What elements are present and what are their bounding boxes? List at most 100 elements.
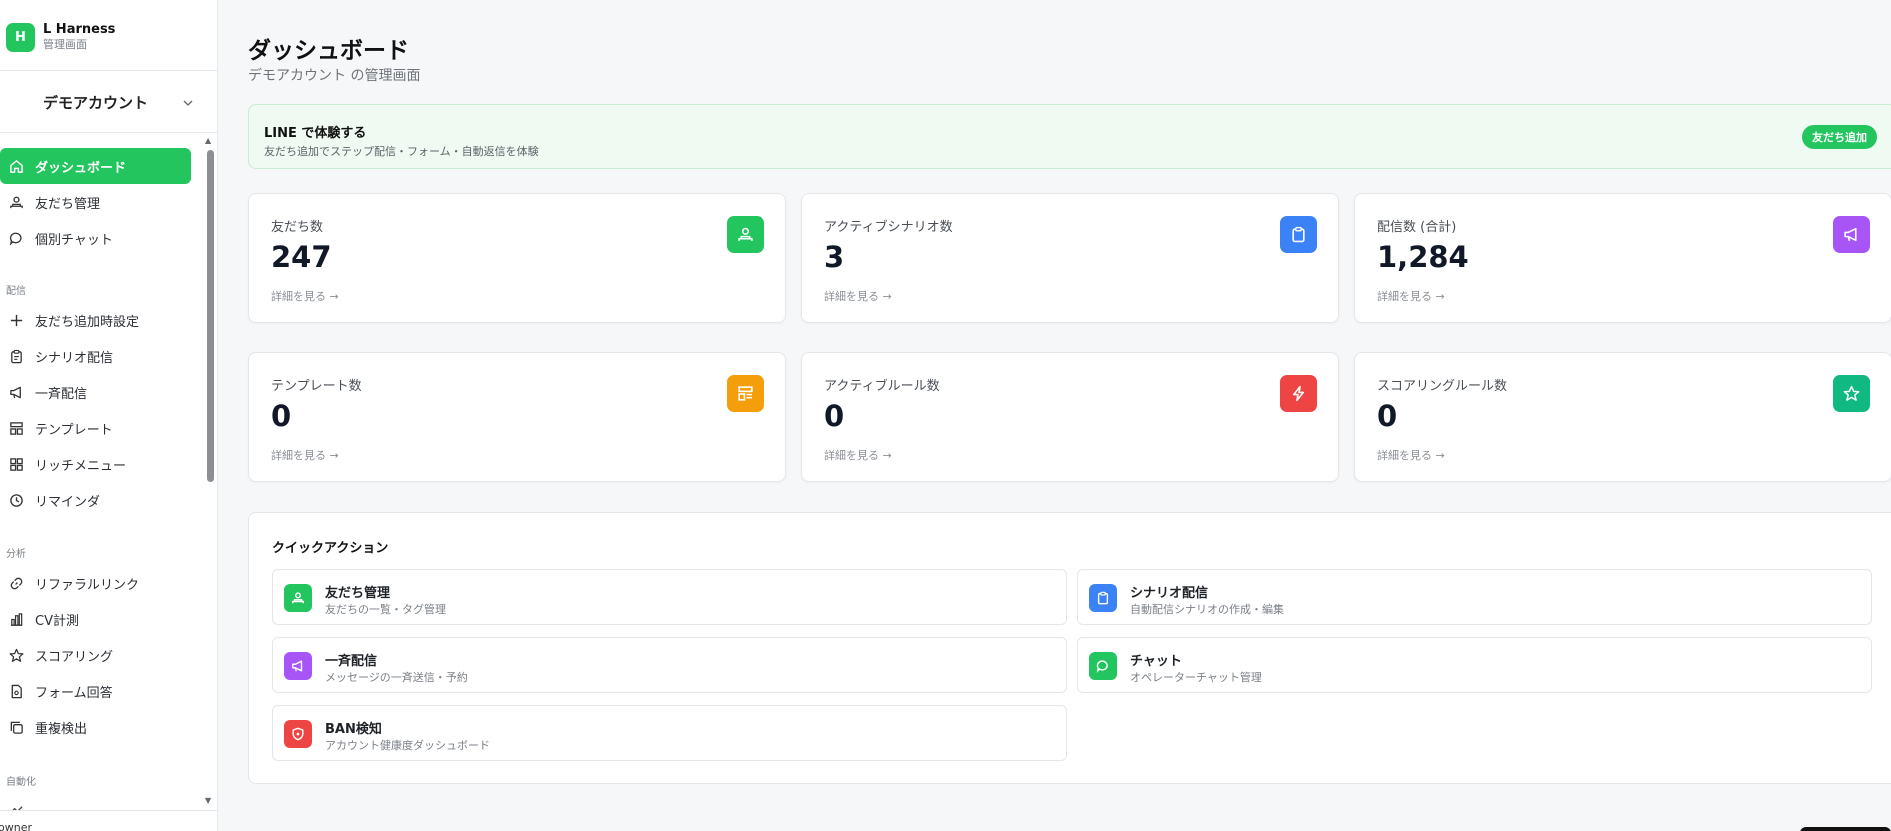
sidebar: H L Harness 管理画面 デモアカウント ダッシュボード 友だち管理 個… [0,0,218,831]
stat-label: テンプレート数 [271,379,362,394]
sidebar-item-duplicate[interactable]: 重複検出 [0,709,191,745]
sidebar-item-cv[interactable]: CV計測 [0,601,191,637]
line-banner: LINE で体験する 友だち追加でステップ配信・フォーム・自動返信を体験 友だち… [248,104,1891,169]
sidebar-item-broadcast[interactable]: 一斉配信 [0,374,191,410]
stat-value: 0 [824,399,845,433]
divider [0,70,217,71]
quick-action-desc: オペレーターチャット管理 [1130,671,1262,684]
brand-text: L Harness 管理画面 [43,22,115,52]
stat-card-scoring-rules[interactable]: スコアリングルール数 0 詳細を見る → [1354,352,1891,482]
stat-detail-link[interactable]: 詳細を見る → [824,288,892,304]
stat-detail-link[interactable]: 詳細を見る → [824,447,892,463]
banner-title: LINE で体験する [264,126,367,141]
sidebar-item-scoring[interactable]: スコアリング [0,637,191,673]
sidebar-item-label: リマインダ [35,494,101,510]
stat-label: 配信数 (合計) [1377,220,1457,235]
brand[interactable]: H L Harness 管理画面 [6,22,115,52]
stat-detail-link[interactable]: 詳細を見る → [1377,447,1445,463]
sidebar-item-label: シナリオ配信 [35,350,114,366]
sidebar-item-label: 一斉配信 [35,386,88,402]
scroll-down-icon[interactable]: ▼ [205,796,211,805]
scroll-up-icon[interactable]: ▲ [205,136,211,145]
copy-icon [8,719,24,735]
sidebar-scrollbar[interactable]: ▲ ▼ [205,136,215,806]
quick-actions-title: クイックアクション [272,541,389,556]
stat-detail-link[interactable]: 詳細を見る → [1377,288,1445,304]
quick-actions-panel: クイックアクション 友だち管理 友だちの一覧・タグ管理 シナリオ配信 自動配信シ… [248,512,1891,784]
sidebar-item-dashboard[interactable]: ダッシュボード [0,148,191,184]
users-icon [727,216,764,253]
quick-action-name: 友だち管理 [325,586,391,601]
clipboard-icon [1089,584,1117,612]
stat-card-templates[interactable]: テンプレート数 0 詳細を見る → [248,352,786,482]
chevron-down-icon [182,94,194,113]
quick-action-desc: 友だちの一覧・タグ管理 [325,603,446,616]
sidebar-item-reminder[interactable]: リマインダ [0,482,191,518]
bar-chart-icon [8,611,24,627]
stat-value: 3 [824,240,845,274]
page-title: ダッシュボード [248,38,409,64]
sidebar-item-label: 個別チャット [35,232,113,248]
bolt-icon [1280,375,1317,412]
sidebar-footer: owner [0,810,217,831]
link-icon [8,575,24,591]
sidebar-item-form-answers[interactable]: フォーム回答 [0,673,191,709]
owner-label: owner [0,821,32,831]
clipboard-icon [8,348,24,364]
sidebar-item-friend-add-settings[interactable]: 友だち追加時設定 [0,302,191,338]
corner-widget[interactable] [1800,827,1891,831]
stat-label: アクティブルール数 [824,379,940,394]
sidebar-item-chat[interactable]: 個別チャット [0,220,191,256]
quick-action-chat[interactable]: チャット オペレーターチャット管理 [1077,637,1872,693]
sidebar-item-label: スコアリング [35,649,114,665]
clipboard-icon [1280,216,1317,253]
quick-action-desc: アカウント健康度ダッシュボード [325,739,490,752]
grid-icon [8,456,24,472]
sidebar-item-rich-menu[interactable]: リッチメニュー [0,446,191,482]
sidebar-item-referral[interactable]: リファラルリンク [0,565,191,601]
template-icon [727,375,764,412]
stat-detail-link[interactable]: 詳細を見る → [271,288,339,304]
plus-icon [8,312,24,328]
sidebar-item-label: 友だち追加時設定 [35,314,140,330]
quick-action-desc: メッセージの一斉送信・予約 [325,671,468,684]
quick-action-broadcast[interactable]: 一斉配信 メッセージの一斉送信・予約 [272,637,1067,693]
sidebar-item-label: ダッシュボード [35,160,127,176]
stat-value: 1,284 [1377,240,1469,274]
quick-action-ban-detection[interactable]: BAN検知 アカウント健康度ダッシュボード [272,705,1067,761]
stat-card-active-rules[interactable]: アクティブルール数 0 詳細を見る → [801,352,1339,482]
quick-action-friends[interactable]: 友だち管理 友だちの一覧・タグ管理 [272,569,1067,625]
sidebar-item-friends[interactable]: 友だち管理 [0,184,191,220]
nav-section-automation: 自動化 [6,777,36,788]
sidebar-item-scenario[interactable]: シナリオ配信 [0,338,191,374]
stat-card-deliveries[interactable]: 配信数 (合計) 1,284 詳細を見る → [1354,193,1891,323]
scroll-thumb[interactable] [207,150,214,482]
main-content: ダッシュボード デモアカウント の管理画面 LINE で体験する 友だち追加でス… [248,0,1891,831]
quick-action-scenario[interactable]: シナリオ配信 自動配信シナリオの作成・編集 [1077,569,1872,625]
sidebar-item-template[interactable]: テンプレート [0,410,191,446]
stat-detail-link[interactable]: 詳細を見る → [271,447,339,463]
nav-section-delivery: 配信 [6,286,26,297]
sidebar-item-partial[interactable] [0,792,191,810]
users-icon [8,194,24,210]
sidebar-item-label: 重複検出 [35,721,88,737]
template-icon [8,420,24,436]
add-friend-button[interactable]: 友だち追加 [1802,125,1877,149]
brand-subtitle: 管理画面 [43,38,87,51]
sidebar-item-label: リファラルリンク [35,577,140,593]
shield-icon [284,720,312,748]
stat-card-friends[interactable]: 友だち数 247 詳細を見る → [248,193,786,323]
brand-logo: H [6,22,35,52]
megaphone-icon [284,652,312,680]
account-name: デモアカウント [43,93,149,112]
account-selector[interactable]: デモアカウント [0,82,208,122]
quick-action-name: シナリオ配信 [1130,586,1209,601]
star-icon [8,647,24,663]
users-icon [284,584,312,612]
chat-icon [8,230,24,246]
megaphone-icon [8,384,24,400]
sidebar-item-label: フォーム回答 [35,685,113,701]
quick-action-name: 一斉配信 [325,654,378,669]
stat-value: 247 [271,240,332,274]
stat-card-active-scenarios[interactable]: アクティブシナリオ数 3 詳細を見る → [801,193,1339,323]
